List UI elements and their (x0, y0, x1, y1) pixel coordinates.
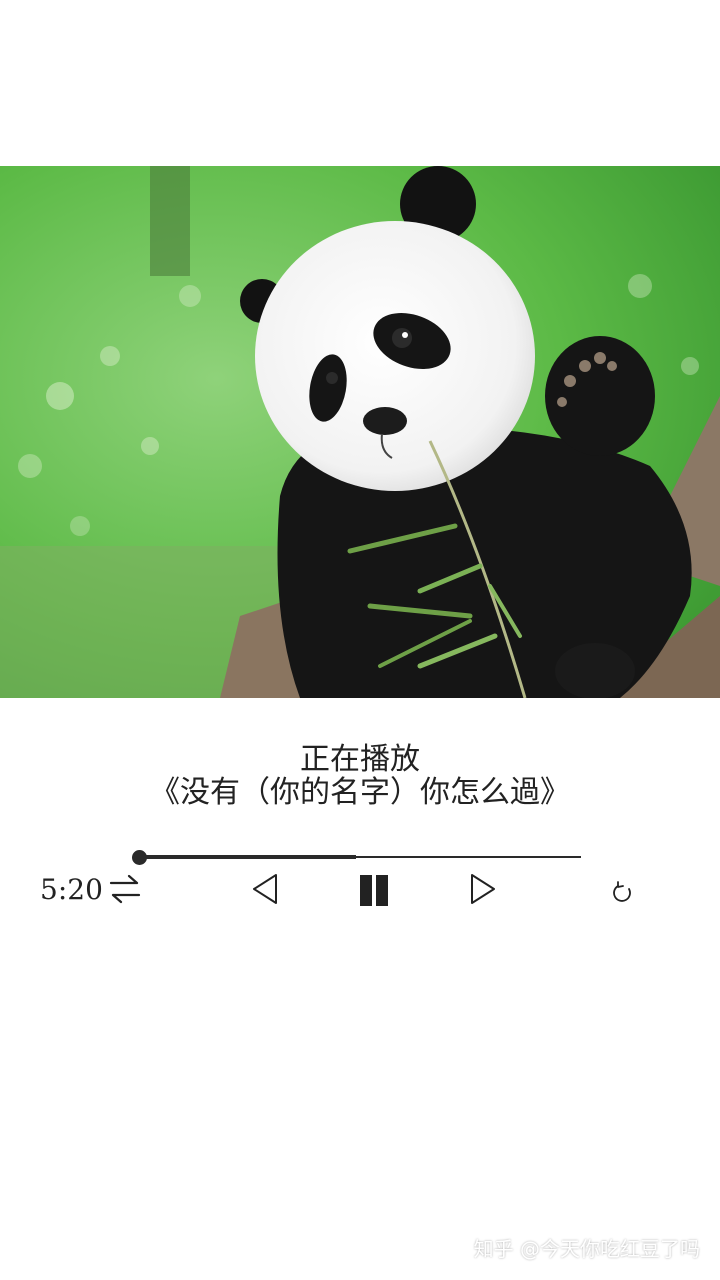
progress-knob[interactable] (132, 850, 147, 865)
panda-image (0, 166, 720, 698)
song-title: 《没有（你的名字）你怎么過》 (150, 775, 570, 810)
previous-triangle-icon[interactable] (250, 872, 280, 906)
repeat-arrows-icon[interactable] (107, 872, 143, 906)
album-artwork (0, 166, 720, 698)
progress-fill (140, 855, 357, 859)
pause-icon[interactable] (357, 872, 391, 908)
next-triangle-icon[interactable] (468, 872, 498, 906)
progress-bar[interactable] (140, 855, 581, 859)
current-time: 5:20 (40, 873, 103, 906)
now-playing-label: 正在播放 (300, 742, 420, 777)
refresh-icon[interactable] (609, 880, 635, 906)
watermark-text: 知乎 @今天你吃红豆了吗 (473, 1237, 700, 1261)
